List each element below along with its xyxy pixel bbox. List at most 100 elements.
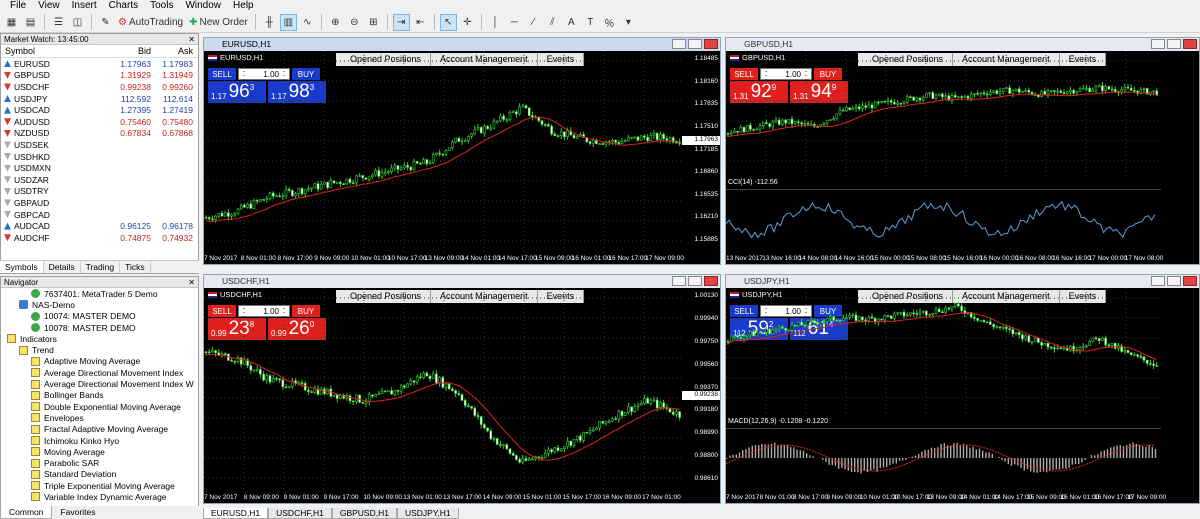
col-ask[interactable]: Ask [151,46,193,56]
window-tab[interactable]: EURUSD,H1 [203,508,269,519]
strategy-icon[interactable]: ✎ [97,14,114,31]
table-row[interactable]: EURUSD 1.17963 1.17983 [1,58,198,70]
maximize-icon[interactable] [1167,276,1181,286]
zoom-in-icon[interactable]: ⊕ [327,14,344,31]
cursor-icon[interactable]: ↖ [439,13,457,31]
chart-window[interactable]: USDJPY,H1 USDJPY,H1 Opened Positions Accoun… [725,274,1200,504]
menu-file[interactable]: File [4,0,32,12]
table-row[interactable]: USDTRY [1,186,198,198]
tab-ticks[interactable]: Ticks [120,261,151,273]
table-row[interactable]: GBPCAD [1,209,198,221]
trendline-icon[interactable]: ⁄ [525,14,542,31]
minimize-icon[interactable] [672,39,686,49]
label-icon[interactable]: T [582,14,599,31]
table-row[interactable]: USDHKD [1,151,198,163]
navigator-item[interactable]: Ichimoku Kinko Hyo [1,435,198,446]
navigator-item[interactable]: Double Exponential Moving Average [1,401,198,412]
table-row[interactable]: NZDUSD 0.67834 0.67868 [1,128,198,140]
chart-window[interactable]: GBPUSD,H1 GBPUSD,H1 Opened Positions Accoun… [725,37,1200,265]
text-icon[interactable]: A [563,14,580,31]
table-row[interactable]: USDCAD 1.27395 1.27419 [1,104,198,116]
vertical-line-icon[interactable]: │ [487,14,504,31]
navigator-item[interactable]: 10078: MASTER DEMO [1,322,198,333]
col-symbol[interactable]: Symbol [1,46,106,56]
navigator-item[interactable]: 10074: MASTER DEMO [1,311,198,322]
navigator-item[interactable]: Fractal Adaptive Moving Average [1,424,198,435]
chart-title-bar[interactable]: USDJPY,H1 [726,275,1199,288]
maximize-icon[interactable] [688,39,702,49]
navigator-item[interactable]: Trend [1,344,198,355]
chart-shift-icon[interactable]: ⇤ [412,14,429,31]
chart-title-bar[interactable]: EURUSD,H1 [204,38,720,51]
window-tab[interactable]: USDJPY,H1 [396,508,459,519]
table-row[interactable]: USDSEK [1,139,198,151]
tab-common[interactable]: Common [0,506,53,519]
close-icon[interactable] [704,276,718,286]
indicator-plot[interactable] [726,428,1161,490]
horizontal-line-icon[interactable]: ─ [506,14,523,31]
chart-title-bar[interactable]: GBPUSD,H1 [726,38,1199,51]
price-plot[interactable] [726,51,1161,177]
objects-icon[interactable]: ％ [601,14,618,31]
table-row[interactable]: GBPAUD [1,197,198,209]
table-row[interactable]: AUDUSD 0.75460 0.75480 [1,116,198,128]
channel-icon[interactable]: ⫽ [544,14,561,31]
navigator-item[interactable]: Variable Index Dynamic Average [1,491,198,502]
navigator-item[interactable]: Parabolic SAR [1,457,198,468]
zoom-out-icon[interactable]: ⊖ [346,14,363,31]
chart-title-bar[interactable]: USDCHF,H1 [204,275,720,288]
chart-window[interactable]: USDCHF,H1 USDCHF,H1 Opened Positions Accoun… [203,274,721,504]
table-row[interactable]: AUDCHF 0.74875 0.74932 [1,232,198,244]
minimize-icon[interactable] [1151,39,1165,49]
navigator-item[interactable]: Moving Average [1,446,198,457]
minimize-icon[interactable] [672,276,686,286]
navigator-item[interactable]: Triple Exponential Moving Average [1,480,198,491]
navigator-item[interactable]: Standard Deviation [1,469,198,480]
menu-charts[interactable]: Charts [103,0,144,12]
table-row[interactable]: USDZAR [1,174,198,186]
navigator-item[interactable]: Indicators [1,333,198,344]
close-icon[interactable]: ✕ [188,34,195,44]
table-row[interactable]: USDMXN [1,162,198,174]
menu-window[interactable]: Window [179,0,227,12]
col-bid[interactable]: Bid [106,46,151,56]
price-plot[interactable] [204,288,682,491]
navigator-item[interactable]: Bollinger Bands [1,390,198,401]
window-tab[interactable]: GBPUSD,H1 [331,508,397,519]
tab-symbols[interactable]: Symbols [0,261,44,273]
table-row[interactable]: USDCHF 0.99238 0.99260 [1,81,198,93]
maximize-icon[interactable] [688,276,702,286]
close-icon[interactable] [1183,276,1197,286]
autotrading-button[interactable]: ⚙ AutoTrading [116,14,185,31]
navigator-item[interactable]: Average Directional Movement Index [1,367,198,378]
navigator-item[interactable]: Average Directional Movement Index W [1,378,198,389]
candlestick-icon[interactable]: ▥ [279,13,297,31]
menu-view[interactable]: View [32,0,66,12]
minimize-icon[interactable] [1151,276,1165,286]
chevron-down-icon[interactable]: ▾ [620,14,637,31]
menu-tools[interactable]: Tools [144,0,179,12]
navigator-item[interactable]: 7637401: MetaTrader 5 Demo [1,288,198,299]
table-row[interactable]: USDJPY 112.592 112.614 [1,93,198,105]
tile-windows-icon[interactable]: ⊞ [365,14,382,31]
crosshair-icon[interactable]: ✛ [459,14,476,31]
price-plot[interactable] [726,288,1161,416]
navigator-item[interactable]: Envelopes [1,412,198,423]
indicator-plot[interactable] [726,189,1161,251]
line-chart-icon[interactable]: ∿ [299,14,316,31]
menu-insert[interactable]: Insert [66,0,103,12]
close-icon[interactable] [1183,39,1197,49]
market-watch-icon[interactable]: ☰ [50,14,67,31]
navigator-icon[interactable]: ◫ [69,14,86,31]
close-icon[interactable] [704,39,718,49]
tab-trading[interactable]: Trading [81,261,121,273]
new-order-button[interactable]: ✚ New Order [187,14,250,31]
chart-window[interactable]: EURUSD,H1 EURUSD,H1 Opened Positions Accoun… [203,37,721,265]
profiles-icon[interactable]: ▤ [22,14,39,31]
navigator-item[interactable]: NAS-Demo [1,299,198,310]
navigator-item[interactable]: Adaptive Moving Average [1,356,198,367]
window-tab[interactable]: USDCHF,H1 [268,508,332,519]
tab-favorites[interactable]: Favorites [52,506,103,519]
close-icon[interactable]: ✕ [188,277,195,287]
menu-help[interactable]: Help [227,0,260,12]
